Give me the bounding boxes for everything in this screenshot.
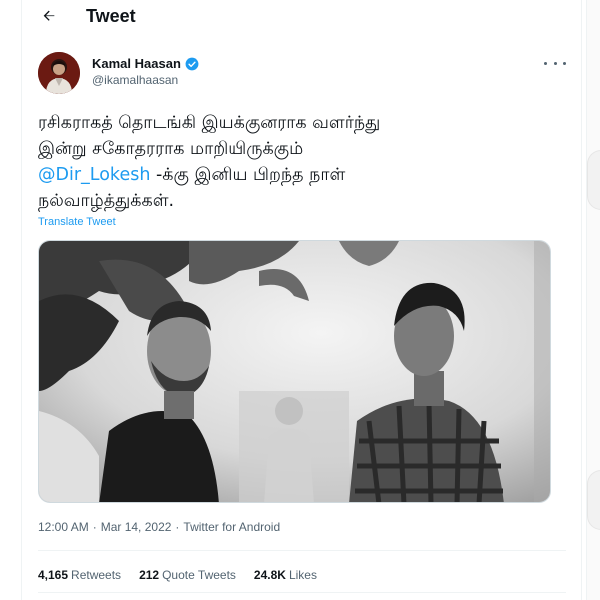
quote-tweets-stat[interactable]: 212 Quote Tweets (139, 568, 236, 582)
retweets-stat[interactable]: 4,165 Retweets (38, 568, 121, 582)
tweet-client[interactable]: Twitter for Android (183, 520, 280, 534)
author-name[interactable]: Kamal Haasan (92, 56, 181, 71)
quotes-count: 212 (139, 568, 160, 582)
mention-link[interactable]: @Dir_Lokesh (38, 165, 150, 185)
author-handle[interactable]: @ikamalhaasan (92, 73, 199, 87)
tweet-photo[interactable] (38, 240, 551, 503)
verified-badge-icon (185, 57, 199, 70)
arrow-left-icon (43, 10, 55, 21)
retweets-label: Retweets (71, 568, 122, 582)
right-rail-decoration (587, 470, 600, 530)
tweet-line-mention: @Dir_Lokesh -க்கு இனிய பிறந்த நாள் (38, 162, 566, 188)
tweet-line: ரசிகராகத் தொடங்கி இயக்குனராக வளர்ந்து (38, 113, 381, 133)
meta-separator: · (92, 520, 97, 534)
avatar-image (38, 52, 80, 94)
tweet-line: இன்று சகோதரராக மாறியிருக்கும் (38, 139, 304, 159)
tweet-meta: 12:00 AM · Mar 14, 2022 · Twitter for An… (38, 520, 280, 534)
page-header: Tweet (22, 0, 581, 32)
retweets-count: 4,165 (38, 568, 69, 582)
likes-stat[interactable]: 24.8K Likes (254, 568, 317, 582)
main-column: Tweet Kamal Haasan @ikamalhaasan ரசிகராக… (22, 0, 582, 600)
tweet-date[interactable]: Mar 14, 2022 (101, 520, 172, 534)
translate-tweet-link[interactable]: Translate Tweet (38, 216, 116, 228)
tweet-line-suffix: -க்கு இனிய பிறந்த நாள் (150, 165, 346, 185)
likes-label: Likes (288, 568, 317, 582)
divider (38, 550, 566, 551)
tweet-stats: 4,165 Retweets 212 Quote Tweets 24.8K Likes (38, 568, 317, 582)
likes-count: 24.8K (253, 568, 286, 582)
left-rail (0, 0, 22, 600)
quotes-label: Quote Tweets (162, 568, 236, 582)
tweet-line: நல்வாழ்த்துக்கள். (38, 191, 175, 211)
avatar[interactable] (38, 52, 80, 94)
tweet-photo-image (39, 241, 550, 502)
meta-separator: · (175, 520, 180, 534)
tweet-text: ரசிகராகத் தொடங்கி இயக்குனராக வளர்ந்து இன… (38, 110, 566, 214)
right-rail-decoration (587, 150, 600, 210)
tweet-time[interactable]: 12:00 AM (38, 520, 89, 534)
divider (38, 592, 566, 593)
tweet-author: Kamal Haasan @ikamalhaasan (38, 52, 566, 100)
right-rail (586, 0, 600, 600)
page-title: Tweet (86, 5, 136, 26)
back-button[interactable] (38, 5, 60, 27)
more-options-icon[interactable] (544, 56, 566, 70)
